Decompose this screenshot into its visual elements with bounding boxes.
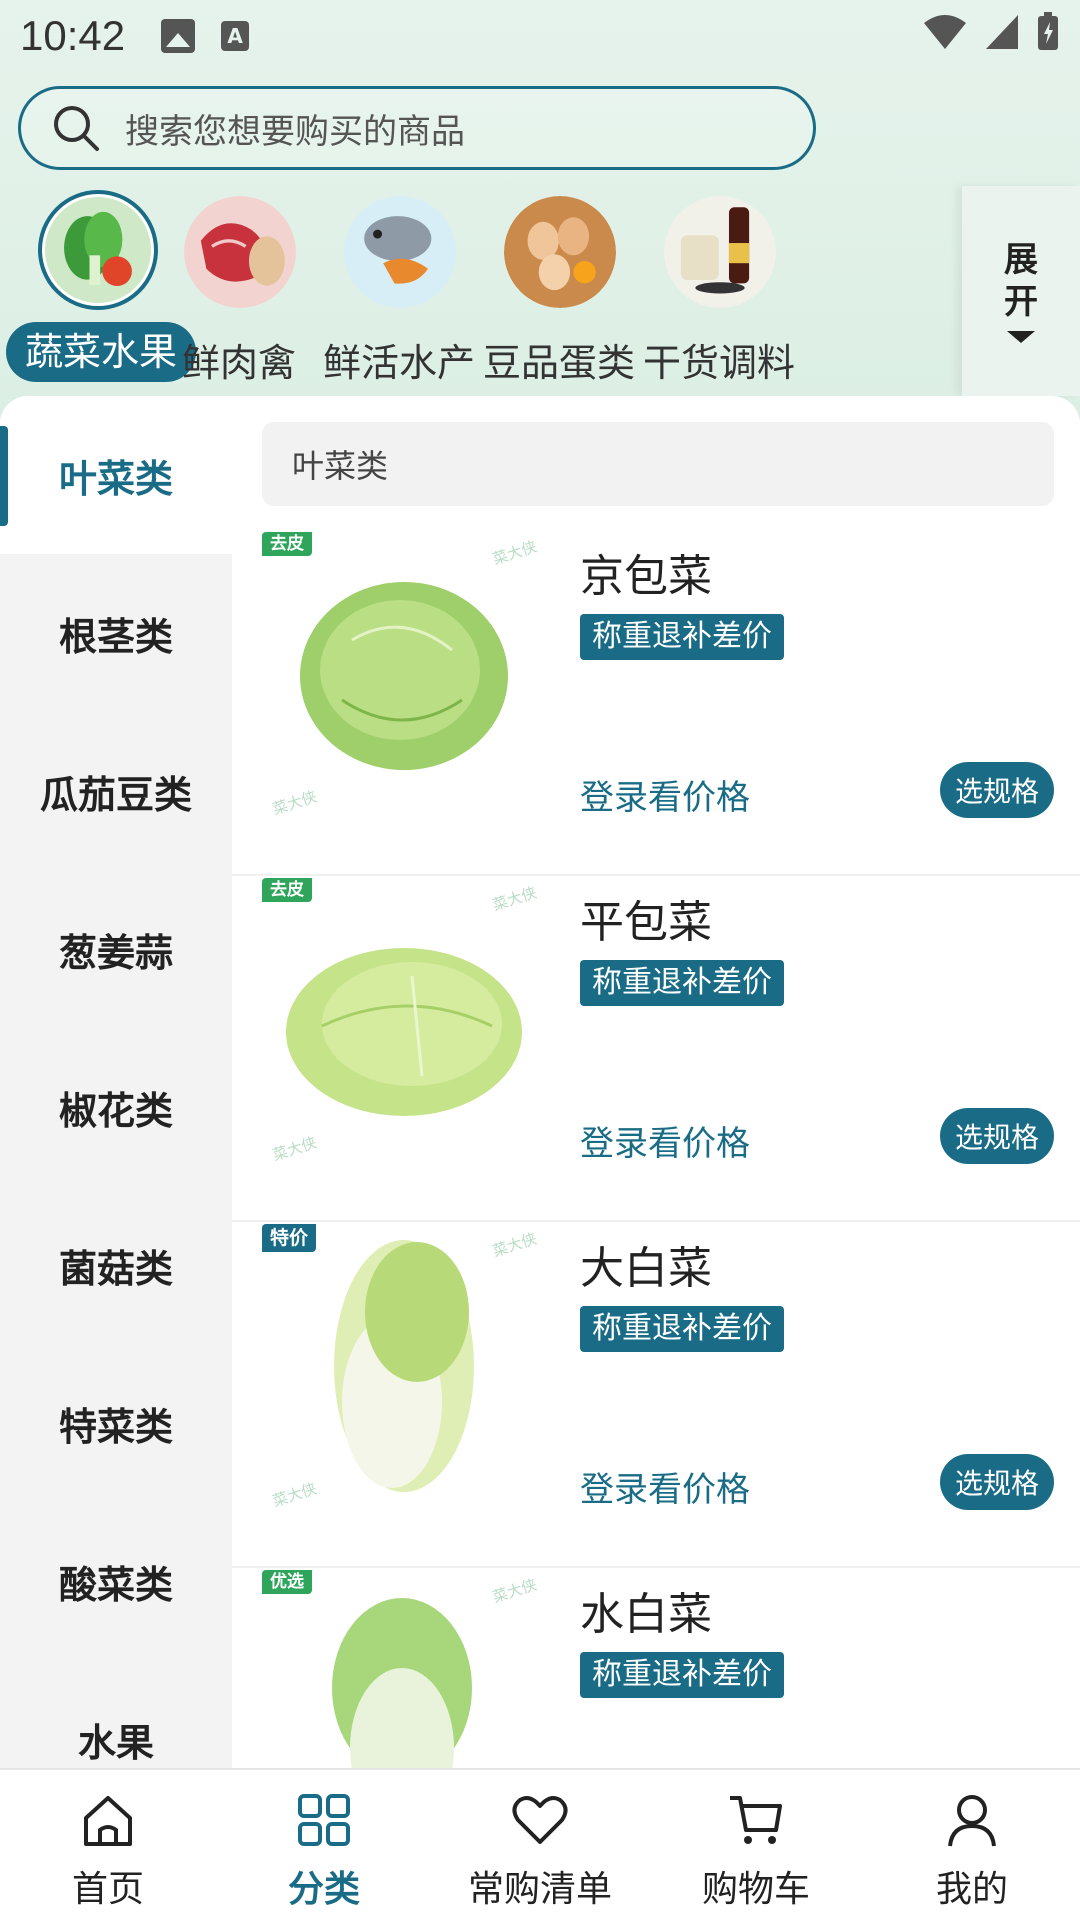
- nav-favorites[interactable]: 常购清单: [432, 1770, 648, 1920]
- nav-label: 分类: [287, 1869, 360, 1910]
- product-name: 水白菜: [580, 1589, 712, 1640]
- cart-icon: [730, 1796, 782, 1844]
- napa-cabbage-image: [334, 1240, 474, 1492]
- product-tag: 优选: [262, 1570, 312, 1594]
- product-item[interactable]: 优选 菜大侠 水白菜 称重退补差价: [232, 1568, 1080, 1768]
- battery-icon: [1038, 12, 1058, 50]
- nav-label: 我的: [935, 1869, 1008, 1910]
- select-spec-button[interactable]: 选规格: [940, 762, 1054, 818]
- status-time: 10:42: [20, 12, 126, 59]
- product-item[interactable]: 去皮 菜大侠 菜大侠 京包菜 称重退补差价 登录看价格 选规格: [232, 530, 1080, 876]
- meat-image: [184, 196, 296, 308]
- search-input[interactable]: 搜索您想要购买的商品: [125, 104, 465, 153]
- product-tag: 去皮: [262, 878, 312, 902]
- product-item[interactable]: 特价 菜大侠 菜大侠 大白菜 称重退补差价 登录看价格 选规格: [232, 1222, 1080, 1568]
- login-to-view-price-link[interactable]: 登录看价格: [580, 1462, 750, 1511]
- main-panel: 叶菜类 根茎类 瓜茄豆类 葱姜蒜 椒花类 菌菇类 特菜类 酸菜类 水果 叶菜类 …: [0, 396, 1080, 1768]
- product-name: 京包菜: [580, 551, 712, 602]
- sidebar-item-gourd[interactable]: 瓜茄豆类: [0, 712, 232, 870]
- gallery-icon: [161, 19, 196, 53]
- subcategory-header: 叶菜类: [262, 422, 1054, 506]
- sidebar-item-onion[interactable]: 葱姜蒜: [0, 870, 232, 1028]
- status-indicators: [922, 12, 1060, 52]
- category-seasoning[interactable]: 干货调料: [624, 186, 814, 386]
- flat-cabbage-image: [286, 948, 522, 1116]
- weight-refund-badge: 称重退补差价: [580, 960, 784, 1006]
- sidebar-item-pickled[interactable]: 酸菜类: [0, 1502, 232, 1660]
- bottom-navigation: 首页 分类 常购清单 购物车 我的: [0, 1768, 1080, 1920]
- nav-label: 购物车: [701, 1869, 810, 1910]
- weight-refund-badge: 称重退补差价: [580, 1652, 784, 1698]
- nav-home[interactable]: 首页: [0, 1770, 216, 1920]
- caret-down-icon: [1007, 331, 1035, 343]
- egg-image: [504, 196, 616, 308]
- expand-label: 展开: [1004, 240, 1038, 322]
- sidebar-item-special[interactable]: 特菜类: [0, 1344, 232, 1502]
- sidebar-item-leafy[interactable]: 叶菜类: [0, 396, 232, 554]
- weight-refund-badge: 称重退补差价: [580, 614, 784, 660]
- search-icon: [54, 106, 99, 151]
- product-item[interactable]: 去皮 菜大侠 菜大侠 平包菜 称重退补差价 登录看价格 选规格: [232, 876, 1080, 1222]
- signal-icon: [986, 15, 1018, 49]
- wifi-icon: [924, 15, 966, 49]
- cabbage-image: [300, 582, 508, 770]
- search-bar[interactable]: 搜索您想要购买的商品: [18, 86, 816, 170]
- nav-label: 常购清单: [467, 1869, 612, 1910]
- heart-icon: [512, 1796, 568, 1844]
- seafood-image: [344, 196, 456, 308]
- seasoning-image: [664, 196, 776, 308]
- product-tag: 特价: [262, 1224, 317, 1252]
- nav-profile[interactable]: 我的: [864, 1770, 1080, 1920]
- vegetable-fruit-image: [38, 190, 158, 310]
- product-tag: 去皮: [262, 532, 312, 556]
- nav-cart[interactable]: 购物车: [648, 1770, 864, 1920]
- nav-category[interactable]: 分类: [216, 1770, 432, 1920]
- home-icon: [84, 1796, 132, 1846]
- expand-categories-button[interactable]: 展开: [962, 186, 1080, 396]
- category-label: 干货调料: [642, 341, 795, 385]
- sidebar-item-mushroom[interactable]: 菌菇类: [0, 1186, 232, 1344]
- sidebar-item-fruit[interactable]: 水果: [0, 1660, 232, 1768]
- status-bar: 10:42 A: [0, 0, 1080, 72]
- login-to-view-price-link[interactable]: 登录看价格: [580, 770, 750, 819]
- nav-label: 首页: [71, 1869, 144, 1910]
- select-spec-button[interactable]: 选规格: [940, 1108, 1054, 1164]
- login-to-view-price-link[interactable]: 登录看价格: [580, 1116, 750, 1165]
- sidebar-item-root[interactable]: 根茎类: [0, 554, 232, 712]
- user-icon: [948, 1795, 996, 1847]
- weight-refund-badge: 称重退补差价: [580, 1306, 784, 1352]
- product-name: 平包菜: [580, 897, 712, 948]
- font-icon: A: [221, 21, 250, 51]
- product-name: 大白菜: [580, 1243, 712, 1294]
- sidebar-item-pepper[interactable]: 椒花类: [0, 1028, 232, 1186]
- category-grid-icon: [298, 1794, 350, 1846]
- select-spec-button[interactable]: 选规格: [940, 1454, 1054, 1510]
- category-bar: 蔬菜水果 鲜肉禽 鲜活水产 豆品蛋类 干货调料: [0, 186, 960, 386]
- subcategory-sidebar: 叶菜类 根茎类 瓜茄豆类 葱姜蒜 椒花类 菌菇类 特菜类 酸菜类 水果: [0, 396, 232, 1768]
